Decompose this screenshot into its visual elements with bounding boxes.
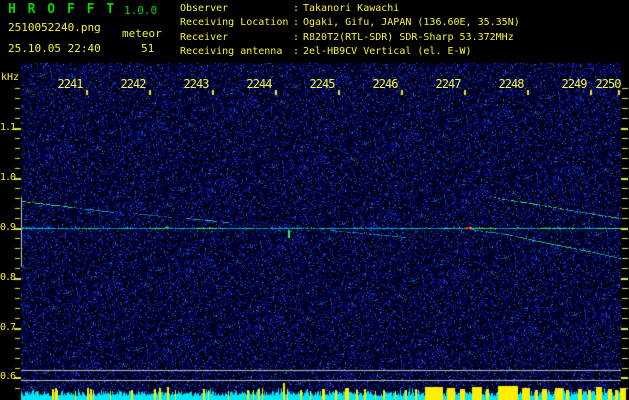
info-value: 2el-HB9CV Vertical (el. E-W) [303,45,472,57]
hrofft-window: H R O F F T 1.0.0 2510052240.png meteor … [0,0,629,400]
output-filename: 2510052240.png [8,21,101,34]
info-label: Observer [180,3,229,14]
time-label-2242: 2242 [120,77,147,91]
info-colon: : [293,45,300,57]
info-row-observer: Observer: Takanori Kawachi [180,2,520,16]
info-row-location: Receiving Location: Ogaki, Gifu, JAPAN (1… [180,16,520,30]
spectrogram-canvas [0,0,629,400]
station-info: Observer: Takanori Kawachi Receiving Loca… [180,2,520,59]
time-label-2246: 2246 [372,77,399,91]
freq-label-1-1: 1.1 [0,122,16,133]
y-axis-unit-label: kHz [1,72,20,83]
time-label-2244: 2244 [246,77,273,91]
freq-label-0-7: 0.7 [0,322,16,333]
mode-label: meteor [122,27,162,40]
time-label-2250: 2250 [595,77,622,91]
time-label-2248: 2248 [498,77,525,91]
info-value: R820T2(RTL-SDR) SDR-Sharp 53.372MHz [303,31,514,43]
freq-label-1-0: 1.0 [0,172,16,183]
freq-label-0-6: 0.6 [0,371,16,382]
info-colon: : [293,3,300,14]
time-label-2243: 2243 [183,77,210,91]
time-label-2241: 2241 [57,77,84,91]
info-value: Takanori Kawachi [303,3,400,14]
info-label: Receiver [180,31,229,43]
info-label: Receiving Location [180,17,289,29]
info-row-antenna: Receiving antenna:2el-HB9CV Vertical (el… [180,45,520,59]
time-label-2247: 2247 [435,77,462,91]
time-label-2245: 2245 [309,77,336,91]
info-value: Ogaki, Gifu, JAPAN (136.60E, 35.35N) [303,17,520,29]
echo-count: 51 [141,42,155,55]
info-colon: : [293,31,300,43]
info-label: Receiving antenna [180,45,283,57]
info-colon: : [293,17,300,29]
freq-label-0-9: 0.9 [0,222,16,233]
freq-label-0-8: 0.8 [0,272,16,283]
datetime-label: 25.10.05 22:40 [8,42,101,55]
info-row-receiver: Receiver: R820T2(RTL-SDR) SDR-Sharp 53.37… [180,31,520,45]
app-version: 1.0.0 [124,4,158,17]
app-title: H R O F F T [8,2,117,17]
